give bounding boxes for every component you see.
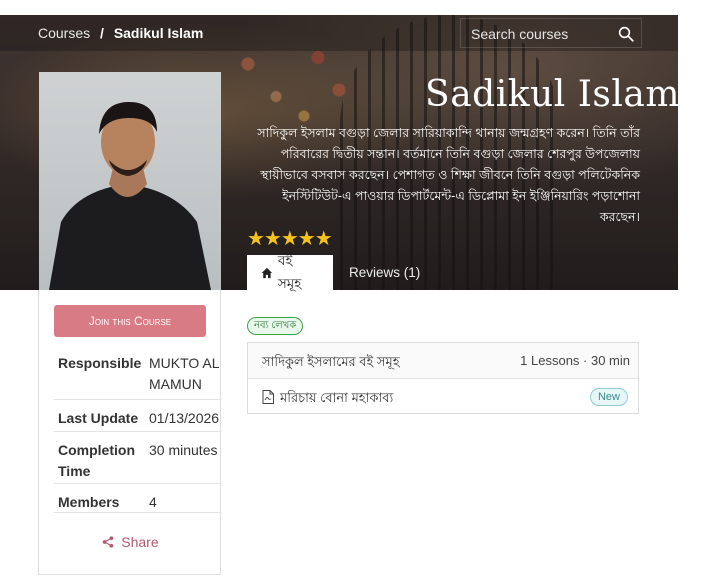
info-row-completion-time: Completion Time 30 minutes — [54, 431, 222, 483]
top-bar: Courses / Sadikul Islam — [0, 15, 678, 51]
info-value: 30 minutes — [149, 442, 218, 458]
course-section: সাদিকুল ইসলামের বই সমূহ 1 Lessons · 30 m… — [247, 342, 639, 414]
info-label: Completion Time — [58, 442, 135, 479]
course-info-card: Join this Course Responsible MUKTO AL MA… — [38, 290, 222, 575]
search-box — [460, 18, 642, 48]
breadcrumb: Courses / Sadikul Islam — [38, 25, 203, 41]
share-button[interactable]: Share — [39, 534, 222, 550]
share-label: Share — [121, 534, 159, 550]
tab-books-label: বই সমূহ — [277, 252, 302, 291]
search-input[interactable] — [471, 25, 611, 43]
info-row-responsible: Responsible MUKTO AL MAMUN — [54, 345, 222, 399]
info-value: MUKTO AL MAMUN — [149, 355, 220, 392]
info-row-last-update: Last Update 01/13/2026 — [54, 399, 222, 431]
share-icon — [103, 536, 114, 548]
tab-books[interactable]: বই সমূহ — [247, 253, 333, 291]
new-badge: New — [589, 388, 628, 406]
section-meta: 1 Lessons · 30 min — [520, 353, 630, 368]
home-icon — [261, 267, 273, 278]
info-value: 4 — [149, 494, 157, 510]
info-value: 01/13/2026 — [149, 410, 220, 426]
breadcrumb-courses-link[interactable]: Courses — [38, 25, 90, 41]
course-title: Sadikul Islam — [425, 74, 680, 115]
lesson-row[interactable]: মরিচায় বোনা মহাকাব্য New — [248, 380, 638, 414]
tab-reviews-label: Reviews (1) — [349, 265, 421, 280]
info-label: Responsible — [58, 355, 142, 371]
new-writer-tag[interactable]: নব্য লেখক — [247, 317, 304, 335]
info-label: Members — [58, 494, 120, 510]
breadcrumb-separator: / — [100, 25, 104, 41]
search-icon[interactable] — [617, 25, 635, 43]
instructor-photo — [39, 72, 221, 290]
section-header[interactable]: সাদিকুল ইসলামের বই সমূহ 1 Lessons · 30 m… — [248, 343, 638, 379]
info-row-members: Members 4 — [54, 483, 222, 513]
lesson-title: মরিচায় বোনা মহাকাব্য — [280, 390, 394, 405]
tab-reviews[interactable]: Reviews (1) — [335, 255, 434, 290]
info-label: Last Update — [58, 410, 139, 426]
rating-stars: ★★★★★ — [247, 228, 333, 250]
section-title: সাদিকুল ইসলামের বই সমূহ — [262, 354, 400, 369]
breadcrumb-current: Sadikul Islam — [113, 25, 204, 41]
course-description: সাদিকুল ইসলাম বগুড়া জেলার সারিয়াকান্দি… — [257, 126, 640, 224]
document-icon — [262, 390, 274, 404]
join-course-button[interactable]: Join this Course — [54, 305, 206, 337]
person-silhouette — [49, 102, 211, 290]
